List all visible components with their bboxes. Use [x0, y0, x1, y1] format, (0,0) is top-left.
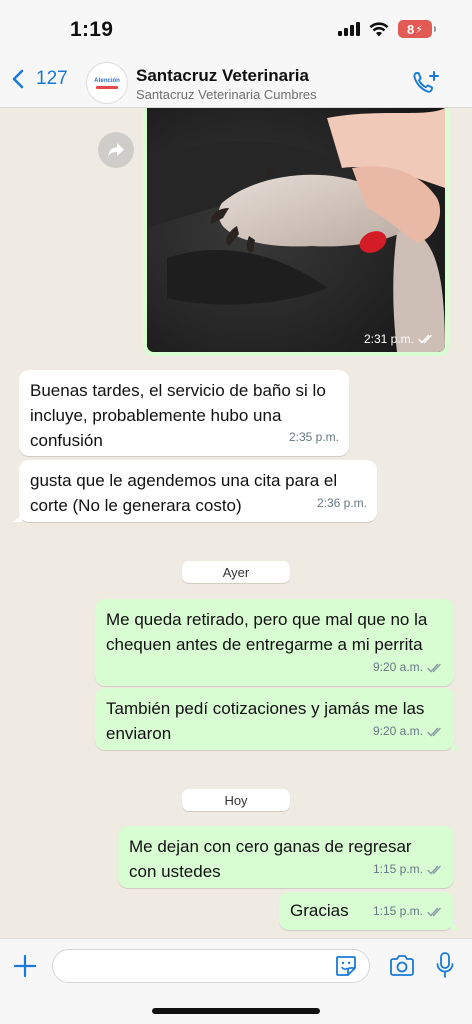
back-count: 127 [36, 68, 68, 89]
message-bubble-outgoing[interactable]: Me dejan con cero ganas de regresar con … [118, 826, 454, 888]
bubble-tail [12, 510, 22, 522]
phone-plus-icon [413, 71, 439, 93]
contact-name[interactable]: Santacruz Veterinaria [136, 66, 309, 86]
date-separator: Ayer [182, 561, 290, 583]
call-button[interactable] [412, 70, 440, 101]
home-indicator [152, 1008, 320, 1014]
chat-header: 127 Atención Santacruz Veterinaria Santa… [0, 58, 472, 108]
sticker-button[interactable] [334, 954, 358, 983]
sticker-icon [336, 956, 356, 976]
camera-button[interactable] [388, 954, 416, 983]
message-meta: 2:36 p.m. [317, 491, 367, 516]
message-bubble-outgoing[interactable]: Gracias 1:15 p.m. [279, 892, 461, 930]
forward-button[interactable] [98, 132, 134, 168]
attach-button[interactable] [12, 953, 38, 984]
status-bar: 1:19 8 ⚡ [0, 0, 472, 58]
camera-icon [390, 955, 414, 976]
status-icons: 8 ⚡ [338, 20, 436, 38]
signal-icon [338, 22, 360, 36]
date-label: Ayer [222, 564, 250, 580]
message-meta: 9:20 a.m. [373, 719, 444, 744]
message-photo[interactable]: 2:31 p.m. [147, 108, 445, 352]
message-time: 1:15 p.m. [372, 862, 423, 876]
image-time: 2:31 p.m. [364, 332, 435, 346]
image-timestamp: 2:31 p.m. [363, 332, 414, 346]
message-bubble-incoming[interactable]: gusta que le agendemos una cita para el … [12, 460, 377, 522]
message-text: gusta que le agendemos una cita para el … [30, 471, 338, 515]
avatar[interactable]: Atención [86, 62, 128, 104]
double-check-icon [427, 663, 441, 673]
avatar-logo-text: Atención [94, 77, 120, 84]
double-check-icon [427, 727, 441, 737]
double-check-icon [427, 907, 441, 917]
battery-level: 8 [407, 21, 415, 37]
chevron-left-icon [12, 69, 24, 89]
forward-arrow-icon [108, 143, 124, 157]
message-time: 1:15 p.m. [372, 904, 423, 918]
microphone-button[interactable] [435, 951, 455, 986]
message-time: 2:35 p.m. [288, 430, 339, 444]
message-meta: 2:35 p.m. [289, 425, 339, 450]
image-message[interactable]: 2:31 p.m. [143, 108, 449, 356]
message-meta: 1:15 p.m. [373, 857, 444, 882]
message-text: Me queda retirado, pero que mal que no l… [106, 610, 428, 654]
message-bubble-outgoing[interactable]: Me queda retirado, pero que mal que no l… [95, 599, 454, 686]
message-time: 2:36 p.m. [316, 496, 367, 510]
double-check-icon [427, 865, 441, 875]
battery-icon: 8 ⚡ [398, 20, 436, 38]
message-meta: 9:20 a.m. [373, 655, 444, 680]
message-input[interactable] [52, 949, 370, 983]
avatar-logo-bar [96, 85, 118, 89]
bubble-tail [451, 918, 461, 930]
status-time: 1:19 [70, 18, 114, 41]
contact-subtitle[interactable]: Santacruz Veterinaria Cumbres [136, 87, 317, 102]
message-time: 9:20 a.m. [372, 660, 423, 674]
back-button[interactable]: 127 [12, 68, 68, 90]
wifi-icon [369, 21, 389, 36]
message-bubble-outgoing[interactable]: También pedí cotizaciones y jamás me las… [95, 688, 461, 750]
photo-content [147, 108, 445, 352]
chat-area[interactable]: 2:31 p.m. Buenas tardes, el servicio de … [0, 108, 472, 938]
double-check-icon [418, 334, 432, 344]
date-label: Hoy [224, 792, 248, 808]
microphone-icon [436, 952, 454, 978]
message-meta: 1:15 p.m. [373, 899, 444, 924]
plus-icon [13, 954, 37, 978]
date-separator: Hoy [182, 789, 290, 811]
bubble-tail [451, 738, 461, 750]
message-time: 9:20 a.m. [372, 724, 423, 738]
message-bubble-incoming[interactable]: Buenas tardes, el servicio de baño si lo… [19, 370, 349, 456]
